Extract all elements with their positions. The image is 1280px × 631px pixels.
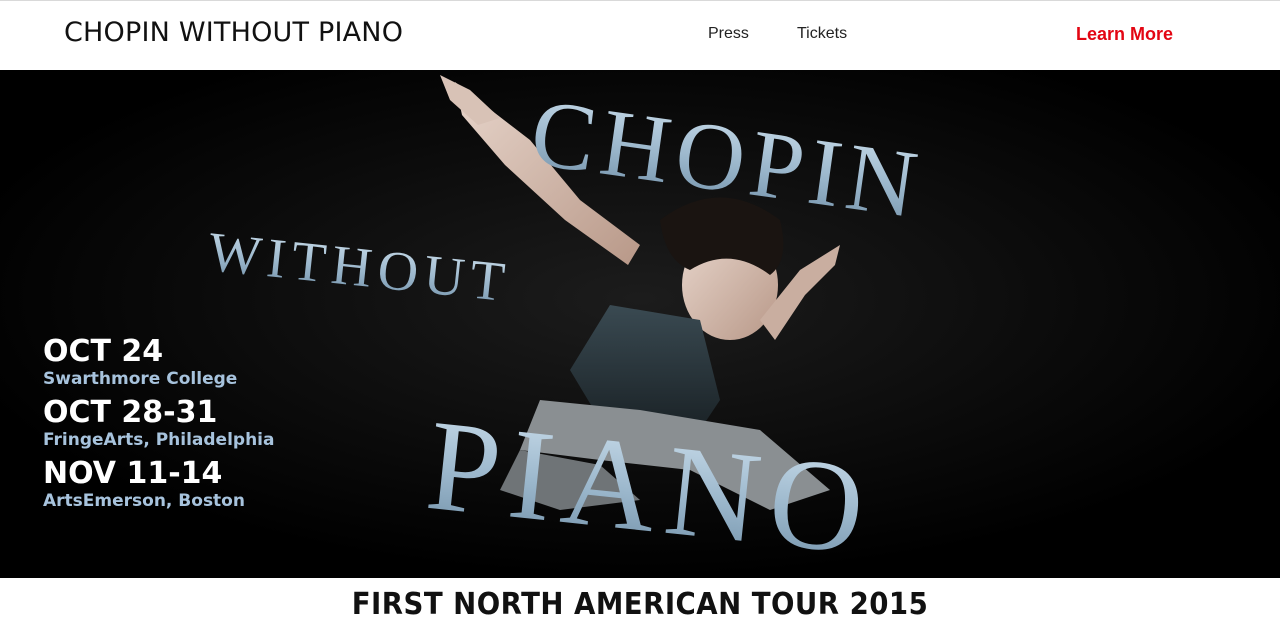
site-title-link[interactable]: CHOPIN WITHOUT PIANO <box>64 17 403 48</box>
tour-venue: FringeArts, Philadelphia <box>43 430 275 450</box>
nav-press-link[interactable]: Press <box>708 25 749 43</box>
tour-venue: Swarthmore College <box>43 369 238 389</box>
nav-tickets-link[interactable]: Tickets <box>797 25 847 43</box>
tour-date: NOV 11-14 <box>43 456 223 491</box>
tour-date-item: OCT 24 Swarthmore College <box>43 336 274 390</box>
site-header: CHOPIN WITHOUT PIANO Press Tickets Learn… <box>0 0 1280 70</box>
tour-dates: OCT 24 Swarthmore College OCT 28-31 Frin… <box>43 336 274 519</box>
tour-date-item: NOV 11-14 ArtsEmerson, Boston <box>43 458 274 512</box>
tour-date-item: OCT 28-31 FringeArts, Philadelphia <box>43 397 274 451</box>
tour-date: OCT 24 <box>43 334 164 369</box>
tour-date: OCT 28-31 <box>43 395 218 430</box>
learn-more-button[interactable]: Learn More <box>1076 24 1173 45</box>
tour-banner-text: FIRST NORTH AMERICAN TOUR 2015 <box>351 587 929 622</box>
hero-banner: CHOPIN WITHOUT PIANO OCT 24 Swarthmore C… <box>0 70 1280 578</box>
tour-venue: ArtsEmerson, Boston <box>43 491 245 511</box>
